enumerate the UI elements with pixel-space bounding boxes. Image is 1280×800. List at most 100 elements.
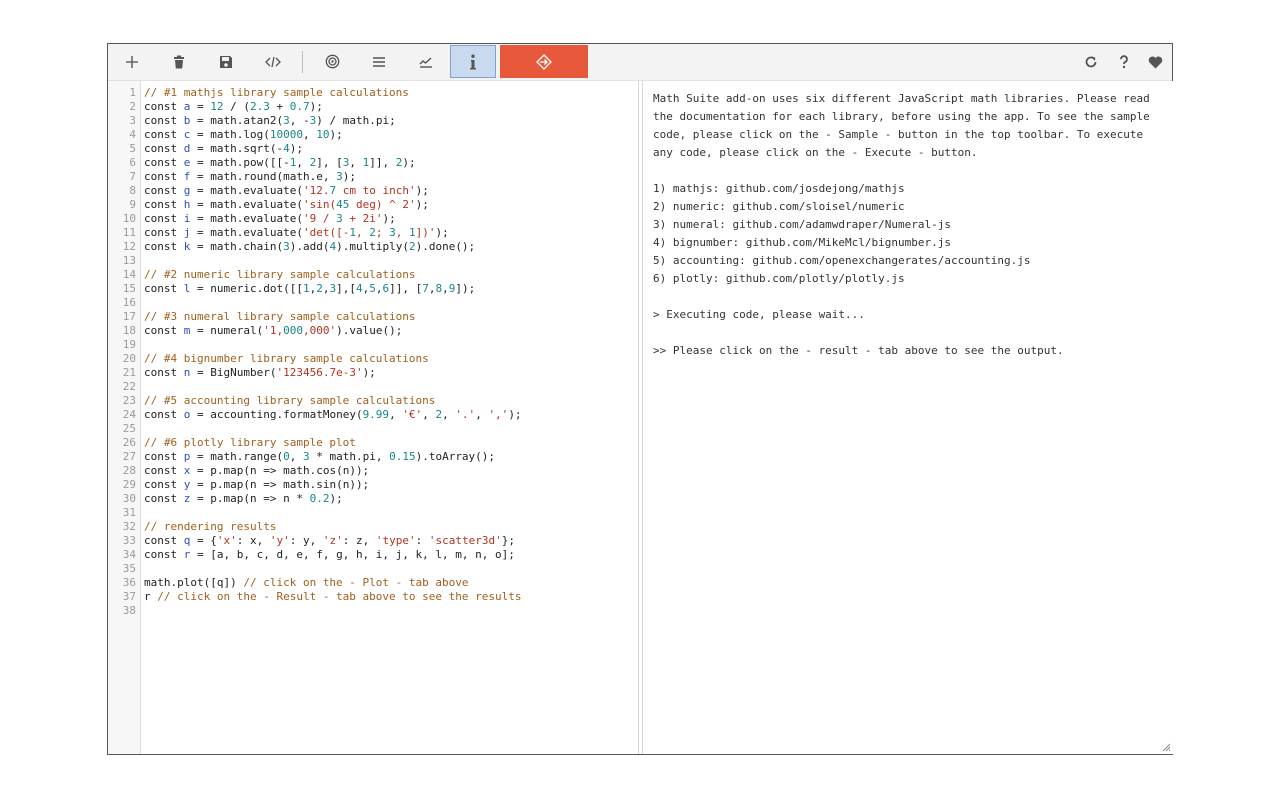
code-text: // #2 numeric library sample calculation… (144, 268, 416, 281)
code-line: 24 const o = accounting.formatMoney(9.99,… (108, 408, 638, 422)
code-text: const l = numeric.dot([[1,2,3],[4,5,6]],… (144, 282, 476, 295)
code-text: // #1 mathjs library sample calculations (144, 86, 409, 99)
code-line: 33 const q = {'x': x, 'y': y, 'z': z, 'ty… (108, 534, 638, 548)
output-line: the documentation for each library, befo… (653, 110, 1150, 123)
line-number: 18 (122, 324, 136, 337)
line-number: 9 (129, 198, 136, 211)
output-line: any code, please click on the - Execute … (653, 146, 978, 159)
code-line: 35 (108, 562, 638, 576)
plus-icon (126, 55, 138, 68)
line-number: 15 (122, 282, 136, 295)
code-line: 26 // #6 plotly library sample plot (108, 436, 638, 450)
favorite-button[interactable] (1133, 44, 1177, 80)
code-line: 7 const f = math.round(math.e, 3); (108, 170, 638, 184)
heart-icon (1148, 56, 1162, 68)
line-number: 6 (129, 156, 136, 169)
code-line: 5 const d = math.sqrt(-4); (108, 142, 638, 156)
code-line: 3 const b = math.atan2(3, -3) / math.pi; (108, 114, 638, 128)
trash-icon (174, 55, 184, 68)
line-number: 19 (122, 338, 136, 351)
code-text: const h = math.evaluate('sin(45 deg) ^ 2… (144, 198, 429, 211)
line-number: 14 (122, 268, 136, 281)
code-line: 12 const k = math.chain(3).add(4).multipl… (108, 240, 638, 254)
resize-handle-icon[interactable] (1161, 742, 1171, 752)
output-line: >> Please click on the - result - tab ab… (653, 344, 1064, 357)
line-number: 37 (122, 590, 136, 603)
code-text: // #6 plotly library sample plot (144, 436, 356, 449)
code-text: const g = math.evaluate('12.7 cm to inch… (144, 184, 429, 197)
code-line: 9 const h = math.evaluate('sin(45 deg) ^ … (108, 198, 638, 212)
code-text: // rendering results (144, 520, 277, 533)
new-button[interactable] (110, 45, 154, 78)
code-text: const q = {'x': x, 'y': y, 'z': z, 'type… (144, 534, 515, 547)
output-line: > Executing code, please wait... (653, 308, 865, 321)
output-line: Math Suite add-on uses six different Jav… (653, 92, 1150, 105)
code-text: const i = math.evaluate('9 / 3 + 2i'); (144, 212, 396, 225)
code-line: 22 (108, 380, 638, 394)
info-button[interactable] (450, 45, 496, 78)
code-text: const y = p.map(n => math.sin(n)); (144, 478, 370, 491)
target-icon (325, 54, 339, 69)
delete-button[interactable] (157, 45, 201, 78)
code-text: const k = math.chain(3).add(4).multiply(… (144, 240, 476, 253)
line-number: 8 (129, 184, 136, 197)
execute-icon (536, 53, 552, 70)
execute-button[interactable] (500, 45, 588, 78)
line-number: 5 (129, 142, 136, 155)
code-text: const c = math.log(10000, 10); (144, 128, 343, 141)
code-line: 34 const r = [a, b, c, d, e, f, g, h, i, … (108, 548, 638, 562)
code-text: const e = math.pow([[-1, 2], [3, 1]], 2)… (144, 156, 416, 169)
code-line: 23 // #5 accounting library sample calcul… (108, 394, 638, 408)
output-text: Math Suite add-on uses six different Jav… (653, 90, 1158, 360)
line-number: 16 (122, 296, 136, 309)
refresh-icon (1085, 56, 1097, 68)
code-line: 10 const i = math.evaluate('9 / 3 + 2i'); (108, 212, 638, 226)
info-icon (470, 54, 476, 69)
code-icon (265, 56, 281, 67)
result-button[interactable] (357, 45, 401, 78)
code-text: const a = 12 / (2.3 + 0.7); (144, 100, 323, 113)
code-line: 25 (108, 422, 638, 436)
code-line: 1 // #1 mathjs library sample calculation… (108, 86, 638, 100)
embed-code-button[interactable] (251, 45, 295, 78)
output-line: 4) bignumber: github.com/MikeMcl/bignumb… (653, 236, 952, 249)
code-line: 37 r // click on the - Result - tab above… (108, 590, 638, 604)
code-line: 27 const p = math.range(0, 3 * math.pi, 0… (108, 450, 638, 464)
line-number: 35 (122, 562, 136, 575)
code-line: 15 const l = numeric.dot([[1,2,3],[4,5,6]… (108, 282, 638, 296)
code-line: 38 (108, 604, 638, 618)
line-number: 1 (129, 86, 136, 99)
code-editor[interactable]: 1 // #1 mathjs library sample calculation… (108, 81, 639, 754)
output-line: 6) plotly: github.com/plotly/plotly.js (653, 272, 905, 285)
line-number: 20 (122, 352, 136, 365)
line-number: 33 (122, 534, 136, 547)
line-number: 22 (122, 380, 136, 393)
code-text: const j = math.evaluate('det([-1, 2; 3, … (144, 226, 449, 239)
save-icon (220, 55, 232, 68)
code-line: 18 const m = numeral('1,000,000').value()… (108, 324, 638, 338)
code-text: const b = math.atan2(3, -3) / math.pi; (144, 114, 396, 127)
code-text: const d = math.sqrt(-4); (144, 142, 303, 155)
output-line: 3) numeral: github.com/adamwdraper/Numer… (653, 218, 952, 231)
code-text: const p = math.range(0, 3 * math.pi, 0.1… (144, 450, 496, 463)
line-number: 25 (122, 422, 136, 435)
line-number: 24 (122, 408, 136, 421)
line-number: 23 (122, 394, 136, 407)
sample-button[interactable] (310, 45, 354, 78)
code-text: const f = math.round(math.e, 3); (144, 170, 356, 183)
line-number: 21 (122, 366, 136, 379)
code-line: 8 const g = math.evaluate('12.7 cm to inc… (108, 184, 638, 198)
code-line: 13 (108, 254, 638, 268)
line-number: 3 (129, 114, 136, 127)
output-line: 1) mathjs: github.com/josdejong/mathjs (653, 182, 905, 195)
output-panel[interactable]: Math Suite add-on uses six different Jav… (642, 81, 1173, 754)
code-line: 20 // #4 bignumber library sample calcula… (108, 352, 638, 366)
code-line: 6 const e = math.pow([[-1, 2], [3, 1]], 2… (108, 156, 638, 170)
code-text: // #3 numeral library sample calculation… (144, 310, 416, 323)
code-text: math.plot([q]) // click on the - Plot - … (144, 576, 469, 589)
code-line: 16 (108, 296, 638, 310)
output-line: code, please click on the - Sample - but… (653, 128, 1144, 141)
save-button[interactable] (204, 45, 248, 78)
plot-button[interactable] (404, 45, 448, 78)
